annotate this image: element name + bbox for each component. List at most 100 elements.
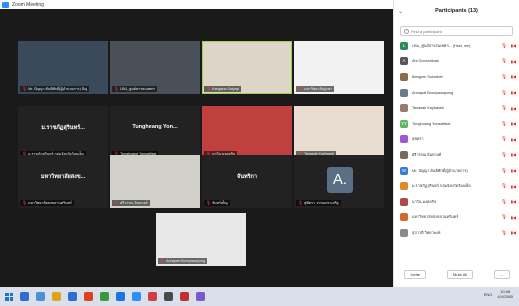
avatar [400, 213, 408, 222]
participant-name: Tanasak Kaybasek [412, 106, 444, 111]
mic-muted-icon[interactable]: 🎙 [501, 58, 507, 64]
mute-all-button[interactable]: Mute All [446, 270, 474, 279]
video-tile[interactable]: มหาวิทยาลัยสงข... 🎙 มหาวิทยาลัยสงขลานครินท… [18, 155, 108, 208]
tile-participant-name: Kangana Saiyayi [212, 87, 240, 91]
participant-row[interactable]: M Mr. ปัญญา ตันติศักดิ์(ผู้อำนวยการ) 🎙 ▮◀ [394, 163, 519, 179]
mic-muted-icon[interactable]: 🎙 [501, 168, 507, 174]
avatar [400, 135, 408, 144]
video-off-icon[interactable]: ▮◀ [511, 74, 516, 79]
participant-row[interactable]: สุพัตรา 🎙 ▮◀ [394, 132, 519, 148]
taskbar-app-icon[interactable] [52, 292, 61, 301]
participant-row[interactable]: Bangorn Sukrabet 🎙 ▮◀ [394, 69, 519, 85]
video-off-icon[interactable]: ▮◀ [511, 43, 516, 48]
participant-row[interactable]: ม.ราชภัฏสุรินทร์ กลุ่มจังหวัดร้อยเอ็ด 🎙 ▮◀ [394, 178, 519, 194]
avatar [400, 182, 408, 191]
invite-button[interactable]: Invite [404, 270, 427, 279]
participant-search-input[interactable] [411, 28, 511, 34]
video-off-icon[interactable]: ▮◀ [511, 152, 516, 157]
video-off-icon[interactable]: ▮◀ [511, 137, 516, 142]
participant-row[interactable]: สุภาวดี วิทยาพงษ์ 🎙 ▮◀ [394, 225, 519, 241]
participant-name: สุภาวดี วิทยาพงษ์ [412, 230, 441, 235]
participant-row[interactable]: ศรีวรรณ อินทวงศ์ 🎙 ▮◀ [394, 147, 519, 163]
mic-muted-icon: 🎙 [22, 86, 28, 91]
mic-muted-icon[interactable]: 🎙 [501, 183, 507, 189]
video-tile[interactable]: 🎙 Kangana Saiyayi [202, 41, 292, 94]
taskbar-app-icon[interactable] [164, 292, 173, 301]
mic-muted-icon[interactable]: 🎙 [501, 43, 507, 49]
video-tile[interactable]: 🎙 นาวิน มงคลกิจ [202, 106, 292, 159]
clock[interactable]: 10:08 4/4/2565 [497, 289, 513, 299]
participant-row[interactable]: L LBU_ศูนย์สารสนเทศฯ... (Host, me) 🎙 ▮◀ [394, 38, 519, 54]
video-off-icon[interactable]: ▮◀ [511, 121, 516, 126]
taskbar-app-icon[interactable] [36, 292, 45, 301]
video-tile[interactable]: A. 🎙 สุพัตรา วรรณประเสริฐ [294, 155, 384, 208]
window-title: Zoom Meeting [12, 1, 44, 8]
avatar: L [400, 41, 408, 50]
video-tile[interactable]: 🎙 Tanasak Kaybasek [294, 106, 384, 159]
video-off-icon[interactable]: ▮◀ [511, 184, 516, 189]
participants-panel: ⌄ Participants (13) L LBU_ศูนย์สารสนเทศฯ.… [393, 0, 519, 287]
participant-row[interactable]: A Ahi Goonchinak 🎙 ▮◀ [394, 54, 519, 70]
participants-header: ⌄ Participants (13) [394, 0, 519, 22]
video-off-icon[interactable]: ▮◀ [511, 199, 516, 204]
taskbar-app-icon[interactable] [84, 292, 93, 301]
video-tile[interactable]: จันทริกา 🎙 จันทร์เพ็ญ [202, 155, 292, 208]
video-tile[interactable]: 🎙 Annapat Boonyawayong [156, 213, 246, 266]
participant-name: สุพัตรา [412, 137, 424, 142]
video-tile[interactable]: Tungheang Yon... 🎙 Tunghoang Yonsattisai [110, 106, 200, 159]
avatar [400, 197, 408, 206]
tile-participant-name: สุพัตรา วรรณประเสริฐ [304, 201, 339, 205]
mic-muted-icon[interactable]: 🎙 [501, 90, 507, 96]
chevron-down-icon[interactable]: ⌄ [398, 8, 403, 15]
mic-muted-icon[interactable]: 🎙 [501, 121, 507, 127]
taskbar-app-icon[interactable] [196, 292, 205, 301]
video-tile[interactable]: ม.ราชภัฏสุรินทร์... 🎙 ม.ราชภัฏสุรินทร์ กลุ… [18, 106, 108, 159]
taskbar-app-icon[interactable] [148, 292, 157, 301]
mic-muted-icon[interactable]: 🎙 [501, 105, 507, 111]
participant-name: Tunghoang Yonsattisai [412, 121, 451, 126]
mic-muted-icon: 🎙 [22, 200, 28, 205]
search-icon [404, 28, 409, 34]
participants-footer: Invite Mute All ... [394, 270, 519, 279]
video-tile[interactable]: 🎙 ศรีวรรณ อินทวงศ์ [110, 155, 200, 208]
video-off-icon[interactable]: ▮◀ [511, 106, 516, 111]
participant-row[interactable]: นาวิน มงคลกิจ 🎙 ▮◀ [394, 194, 519, 210]
participant-row[interactable]: Annapat Boonyawayong 🎙 ▮◀ [394, 85, 519, 101]
taskbar-app-icon[interactable] [20, 292, 29, 301]
mic-muted-icon[interactable]: 🎙 [501, 199, 507, 205]
participant-row[interactable]: Tanasak Kaybasek 🎙 ▮◀ [394, 100, 519, 116]
video-tile[interactable]: 🎙 มหาวิทยาลัยบูรพา [294, 41, 384, 94]
video-off-icon[interactable]: ▮◀ [511, 215, 516, 220]
mic-muted-icon[interactable]: 🎙 [501, 152, 507, 158]
video-off-icon[interactable]: ▮◀ [511, 230, 516, 235]
windows-start-icon[interactable] [5, 292, 13, 301]
mic-muted-icon[interactable]: 🎙 [501, 74, 507, 80]
tile-name-tag: 🎙 มหาวิทยาลัยสงขลานครินทร์ [20, 200, 74, 206]
mic-muted-icon: 🎙 [206, 86, 212, 91]
mic-muted-icon[interactable]: 🎙 [501, 214, 507, 220]
tile-name-tag: 🎙 ศรีวรรณ อินทวงศ์ [112, 200, 150, 206]
tile-participant-name: Annapat Boonyawayong [166, 259, 206, 263]
video-off-icon[interactable]: ▮◀ [511, 59, 516, 64]
video-off-icon[interactable]: ▮◀ [511, 168, 516, 173]
taskbar-app-icon[interactable] [116, 292, 125, 301]
tile-participant-name: มหาวิทยาลัยสงขลานครินทร์ [28, 201, 72, 205]
mic-muted-icon[interactable]: 🎙 [501, 136, 507, 142]
video-off-icon[interactable]: ▮◀ [511, 90, 516, 95]
taskbar-app-icon[interactable] [180, 292, 189, 301]
video-tile[interactable]: 🎙 Mr. ปัญญา ตันติศักดิ์(ผู้อำนวยการ) ปัญ [18, 41, 108, 94]
video-tile[interactable]: 🎙 LBU_ศูนย์สารสนเทศฯ [110, 41, 200, 94]
participant-name: มหาวิทยาลัยสงขลานครินทร์ [412, 215, 459, 220]
participant-row[interactable]: TY Tunghoang Yonsattisai 🎙 ▮◀ [394, 116, 519, 132]
avatar [400, 150, 408, 159]
taskbar-app-icon[interactable] [132, 292, 141, 301]
taskbar-app-icon[interactable] [68, 292, 77, 301]
participant-search[interactable] [400, 26, 513, 36]
participant-row[interactable]: มหาวิทยาลัยสงขลานครินทร์ 🎙 ▮◀ [394, 210, 519, 226]
mic-muted-icon[interactable]: 🎙 [501, 230, 507, 236]
taskbar-app-icon[interactable] [100, 292, 109, 301]
language-indicator[interactable]: ENG [484, 292, 493, 297]
more-options-button[interactable]: ... [494, 270, 510, 279]
tile-display-name: Tungheang Yon... [132, 124, 178, 130]
avatar: A [400, 57, 408, 66]
